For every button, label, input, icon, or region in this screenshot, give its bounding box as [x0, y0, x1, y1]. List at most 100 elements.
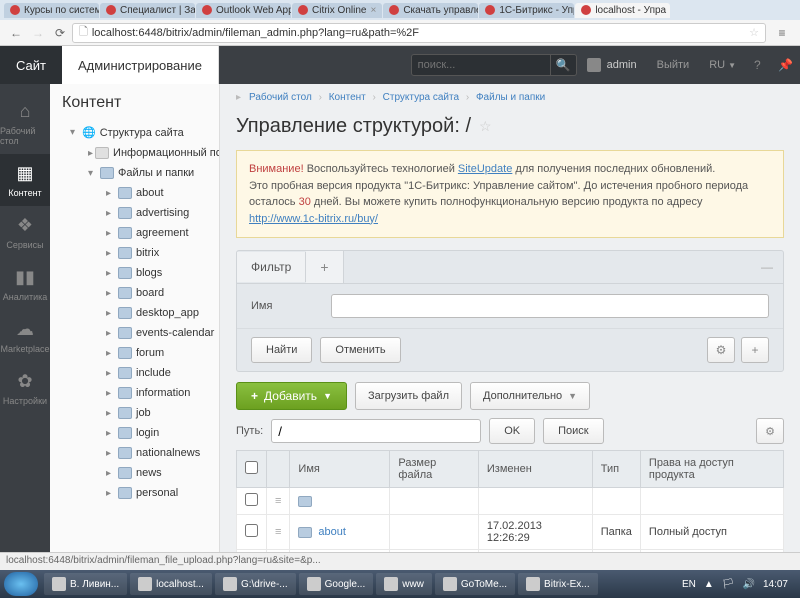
- tree-folder[interactable]: ▸agreement: [50, 223, 219, 243]
- taskbar-item[interactable]: Bitrix-Ex...: [518, 573, 598, 595]
- chevron-right-icon[interactable]: ▸: [106, 408, 116, 419]
- forward-button[interactable]: →: [28, 23, 48, 43]
- tray-time[interactable]: 14:07: [763, 579, 788, 590]
- tree-root[interactable]: ▾ 🌐 Структура сайта: [50, 122, 219, 143]
- search-button[interactable]: 🔍: [551, 54, 577, 76]
- taskbar-item[interactable]: localhost...: [130, 573, 212, 595]
- row-checkbox[interactable]: [245, 524, 258, 537]
- chevron-right-icon[interactable]: ▸: [106, 348, 116, 359]
- col-access[interactable]: Права на доступ продукта: [640, 451, 783, 488]
- tree-folder[interactable]: ▸news: [50, 463, 219, 483]
- rail-item[interactable]: ▦Контент: [0, 154, 50, 206]
- browser-tab[interactable]: Курсы по системн×: [4, 3, 99, 18]
- tab-admin[interactable]: Администрирование: [62, 46, 219, 84]
- tree-folder[interactable]: ▸bitrix: [50, 243, 219, 263]
- path-input[interactable]: [271, 419, 481, 443]
- filter-collapse-icon[interactable]: —: [751, 260, 783, 274]
- bookmark-star-icon[interactable]: ☆: [749, 26, 759, 39]
- tree-folder[interactable]: ▸information: [50, 383, 219, 403]
- col-size[interactable]: Размер файла: [390, 451, 478, 488]
- tree-folder[interactable]: ▸login: [50, 423, 219, 443]
- browser-tab[interactable]: Скачать управлен×: [383, 3, 478, 18]
- browser-tab[interactable]: Outlook Web App×: [196, 3, 291, 18]
- upload-button[interactable]: Загрузить файл: [355, 382, 462, 410]
- chevron-right-icon[interactable]: ▸: [106, 228, 116, 239]
- browser-menu-icon[interactable]: ≡: [772, 23, 792, 43]
- taskbar-item[interactable]: Google...: [299, 573, 374, 595]
- lang-switch[interactable]: RU▼: [699, 46, 746, 84]
- rail-item[interactable]: ✿Настройки: [0, 362, 50, 414]
- start-button[interactable]: [4, 572, 38, 596]
- rail-item[interactable]: ⌂Рабочий стол: [0, 92, 50, 154]
- tree-folder[interactable]: ▸events-calendar: [50, 323, 219, 343]
- tray-icon[interactable]: ▲: [704, 579, 714, 590]
- rail-item[interactable]: ☁Marketplace: [0, 310, 50, 362]
- tree-folder[interactable]: ▸advertising: [50, 203, 219, 223]
- tray-icon[interactable]: 🔊: [743, 579, 755, 590]
- pin-icon[interactable]: 📌: [778, 58, 792, 72]
- tree-folder[interactable]: ▸include: [50, 363, 219, 383]
- taskbar-item[interactable]: www: [376, 573, 432, 595]
- rail-item[interactable]: ❖Сервисы: [0, 206, 50, 258]
- tree-folder[interactable]: ▸blogs: [50, 263, 219, 283]
- chevron-right-icon[interactable]: ▸: [106, 328, 116, 339]
- tab-site[interactable]: Сайт: [0, 46, 62, 84]
- tray-icon[interactable]: 🏳: [722, 579, 735, 590]
- taskbar-item[interactable]: В. Ливин...: [44, 573, 127, 595]
- settings-icon[interactable]: ⚙: [756, 418, 784, 444]
- taskbar-item[interactable]: G:\drive-...: [215, 573, 296, 595]
- chevron-right-icon[interactable]: ▸: [106, 488, 116, 499]
- rail-item[interactable]: ▮▮Аналитика: [0, 258, 50, 310]
- chevron-right-icon[interactable]: ▸: [106, 388, 116, 399]
- row-checkbox[interactable]: [245, 493, 258, 506]
- chevron-right-icon[interactable]: ▸: [106, 268, 116, 279]
- chevron-right-icon[interactable]: ▸: [106, 468, 116, 479]
- search-input[interactable]: [411, 54, 551, 76]
- row-menu-icon[interactable]: ≡: [267, 515, 290, 550]
- chevron-right-icon[interactable]: ▸: [106, 208, 116, 219]
- chevron-right-icon[interactable]: ▸: [106, 188, 116, 199]
- tree-folder[interactable]: ▸forum: [50, 343, 219, 363]
- more-button[interactable]: Дополнительно▼: [470, 382, 590, 410]
- chevron-right-icon[interactable]: ▸: [106, 448, 116, 459]
- chevron-right-icon[interactable]: ▸: [106, 248, 116, 259]
- back-button[interactable]: ←: [6, 23, 26, 43]
- tree-folder[interactable]: ▸job: [50, 403, 219, 423]
- gear-icon[interactable]: ⚙: [707, 337, 735, 363]
- search-button[interactable]: Поиск: [543, 418, 603, 444]
- filter-tab[interactable]: Фильтр: [237, 252, 306, 282]
- chevron-down-icon[interactable]: ▾: [70, 127, 80, 138]
- select-all-checkbox[interactable]: [245, 461, 258, 474]
- chevron-down-icon[interactable]: ▾: [88, 168, 98, 179]
- find-button[interactable]: Найти: [251, 337, 312, 363]
- tree-folder[interactable]: ▸board: [50, 283, 219, 303]
- tree-folder[interactable]: ▸personal: [50, 483, 219, 503]
- breadcrumb-link[interactable]: Файлы и папки: [476, 92, 545, 103]
- col-type[interactable]: Тип: [592, 451, 640, 488]
- browser-tab[interactable]: Специалист | Зач×: [100, 3, 195, 18]
- logout-link[interactable]: Выйти: [647, 46, 700, 84]
- favorite-star-icon[interactable]: ☆: [479, 118, 492, 135]
- topbar-user[interactable]: admin: [577, 46, 647, 84]
- folder-link[interactable]: about: [318, 526, 346, 538]
- buy-link[interactable]: http://www.1c-bitrix.ru/buy/: [249, 213, 378, 225]
- url-field[interactable]: 🗋 localhost:6448/bitrix/admin/fileman_ad…: [72, 23, 766, 43]
- breadcrumb-link[interactable]: Структура сайта: [383, 92, 459, 103]
- tray-lang[interactable]: EN: [682, 579, 696, 590]
- taskbar-item[interactable]: GoToMe...: [435, 573, 515, 595]
- breadcrumb-link[interactable]: Контент: [329, 92, 366, 103]
- browser-tab[interactable]: localhost - Упра×: [575, 3, 670, 18]
- reload-button[interactable]: ⟳: [50, 23, 70, 43]
- table-row[interactable]: ≡about17.02.2013 12:26:29ПапкаПолный дос…: [237, 515, 784, 550]
- cancel-button[interactable]: Отменить: [320, 337, 400, 363]
- siteupdate-link[interactable]: SiteUpdate: [458, 163, 512, 175]
- tree-folder[interactable]: ▸desktop_app: [50, 303, 219, 323]
- col-modified[interactable]: Изменен: [478, 451, 592, 488]
- tree-folder[interactable]: ▸nationalnews: [50, 443, 219, 463]
- filter-add-tab[interactable]: +: [306, 251, 343, 283]
- chevron-right-icon[interactable]: ▸: [106, 308, 116, 319]
- browser-tab[interactable]: Citrix Online×: [292, 3, 382, 18]
- tree-info-portal[interactable]: ▸ Информационный портал (Сайт: [50, 143, 219, 163]
- filter-name-input[interactable]: [331, 294, 769, 318]
- chevron-right-icon[interactable]: ▸: [88, 148, 93, 159]
